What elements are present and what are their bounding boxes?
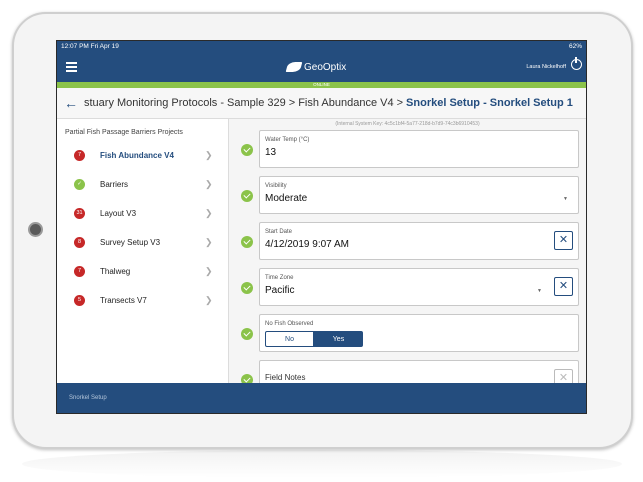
toggle-no-button[interactable]: No bbox=[265, 331, 314, 347]
breadcrumb-item[interactable]: Fish Abundance V4 bbox=[298, 97, 393, 109]
system-key: (Internal System Key: 4c5c1bf4-5a77-218d… bbox=[335, 121, 480, 127]
back-arrow-icon[interactable]: ← bbox=[64, 95, 78, 111]
power-icon[interactable] bbox=[571, 57, 582, 70]
menu-icon[interactable] bbox=[66, 62, 77, 72]
water-temp-value[interactable]: 13 bbox=[265, 147, 276, 158]
field-label: Field Notes bbox=[265, 373, 306, 382]
count-badge: 7 bbox=[74, 150, 85, 161]
app-screen: 12:07 PM Fri Apr 19 62% GeoOptix Laura N… bbox=[56, 40, 587, 414]
caret-down-icon: ▼ bbox=[563, 196, 568, 202]
caret-down-icon: ▼ bbox=[537, 288, 542, 294]
top-navbar: GeoOptix Laura Nickelhoff bbox=[57, 52, 586, 82]
user-name[interactable]: Laura Nickelhoff bbox=[526, 64, 566, 70]
sidebar-item-label: Survey Setup V3 bbox=[100, 238, 161, 247]
sidebar-item-transects[interactable]: 5 Transects V7 ❯ bbox=[57, 286, 228, 315]
field-label: Water Temp (°C) bbox=[265, 137, 310, 143]
sidebar-item-label: Layout V3 bbox=[100, 209, 137, 218]
breadcrumb: ← stuary Monitoring Protocols - Sample 3… bbox=[57, 88, 586, 119]
chevron-right-icon: ❯ bbox=[205, 266, 213, 276]
sidebar-item-label: Transects V7 bbox=[100, 296, 147, 305]
visibility-value: Moderate bbox=[265, 193, 308, 204]
sidebar-item-thalweg[interactable]: 7 Thalweg ❯ bbox=[57, 257, 228, 286]
count-badge: 7 bbox=[74, 266, 85, 277]
check-icon bbox=[241, 144, 253, 156]
time-zone-value: Pacific bbox=[265, 285, 295, 296]
start-date-field[interactable]: Start Date 4/12/2019 9:07 AM ✕ bbox=[259, 222, 579, 260]
chevron-right-icon: ❯ bbox=[205, 179, 213, 189]
visibility-select[interactable]: Visibility Moderate ▼ bbox=[259, 176, 579, 214]
chevron-right-icon: ❯ bbox=[205, 208, 213, 218]
time-zone-select[interactable]: Time Zone Pacific ▼ ✕ bbox=[259, 268, 579, 306]
sidebar: Partial Fish Passage Barriers Projects 7… bbox=[57, 119, 229, 383]
water-temp-field[interactable]: Water Temp (°C) 13 bbox=[259, 130, 579, 168]
breadcrumb-separator: > bbox=[396, 97, 404, 109]
breadcrumb-separator: > bbox=[288, 97, 296, 109]
status-time: 12:07 PM Fri Apr 19 bbox=[61, 43, 119, 50]
sidebar-item-label: Barriers bbox=[100, 180, 129, 189]
breadcrumb-current: Snorkel Setup - Snorkel Setup 1 bbox=[406, 97, 573, 109]
count-badge: 31 bbox=[74, 208, 85, 219]
form-panel: (Internal System Key: 4c5c1bf4-5a77-218d… bbox=[229, 119, 586, 398]
sidebar-item-label: Fish Abundance V4 bbox=[100, 151, 174, 160]
sidebar-item-layout[interactable]: 31 Layout V3 ❯ bbox=[57, 199, 228, 228]
no-fish-toggle-field: No Fish Observed No Yes bbox=[259, 314, 579, 352]
logo-text: GeoOptix bbox=[304, 61, 347, 73]
clear-icon[interactable]: ✕ bbox=[554, 231, 573, 250]
count-badge: 8 bbox=[74, 237, 85, 248]
sidebar-item-fish-abundance[interactable]: 7 Fish Abundance V4 ❯ bbox=[57, 141, 228, 170]
device-shadow bbox=[22, 450, 622, 478]
check-icon: ✓ bbox=[74, 179, 85, 190]
field-label: Time Zone bbox=[265, 275, 294, 281]
status-bar: 12:07 PM Fri Apr 19 62% bbox=[57, 41, 586, 52]
check-icon bbox=[241, 236, 253, 248]
field-label: No Fish Observed bbox=[265, 321, 314, 327]
toggle-yes-button[interactable]: Yes bbox=[314, 331, 363, 347]
count-badge: 5 bbox=[74, 295, 85, 306]
sidebar-item-survey-setup[interactable]: 8 Survey Setup V3 ❯ bbox=[57, 228, 228, 257]
check-icon bbox=[241, 190, 253, 202]
sidebar-item-label: Thalweg bbox=[100, 267, 131, 276]
clear-icon[interactable]: ✕ bbox=[554, 277, 573, 296]
check-icon bbox=[241, 328, 253, 340]
field-label: Start Date bbox=[265, 229, 293, 235]
start-date-value[interactable]: 4/12/2019 9:07 AM bbox=[265, 239, 349, 250]
home-button[interactable] bbox=[28, 222, 43, 237]
logo-icon bbox=[285, 62, 303, 72]
breadcrumb-item[interactable]: stuary Monitoring Protocols - Sample 329 bbox=[84, 97, 286, 109]
chevron-right-icon: ❯ bbox=[205, 295, 213, 305]
sidebar-item-barriers[interactable]: ✓ Barriers ❯ bbox=[57, 170, 228, 199]
check-icon bbox=[241, 282, 253, 294]
sidebar-title: Partial Fish Passage Barriers Projects bbox=[65, 129, 183, 136]
app-logo: GeoOptix bbox=[285, 60, 347, 74]
chevron-right-icon: ❯ bbox=[205, 150, 213, 160]
battery-indicator: 62% bbox=[568, 43, 582, 50]
no-fish-toggle: No Yes bbox=[265, 331, 363, 347]
field-label: Visibility bbox=[265, 183, 287, 189]
footer-label: Snorkel Setup bbox=[69, 395, 107, 401]
chevron-right-icon: ❯ bbox=[205, 237, 213, 247]
footer-bar: Snorkel Setup bbox=[57, 383, 586, 413]
